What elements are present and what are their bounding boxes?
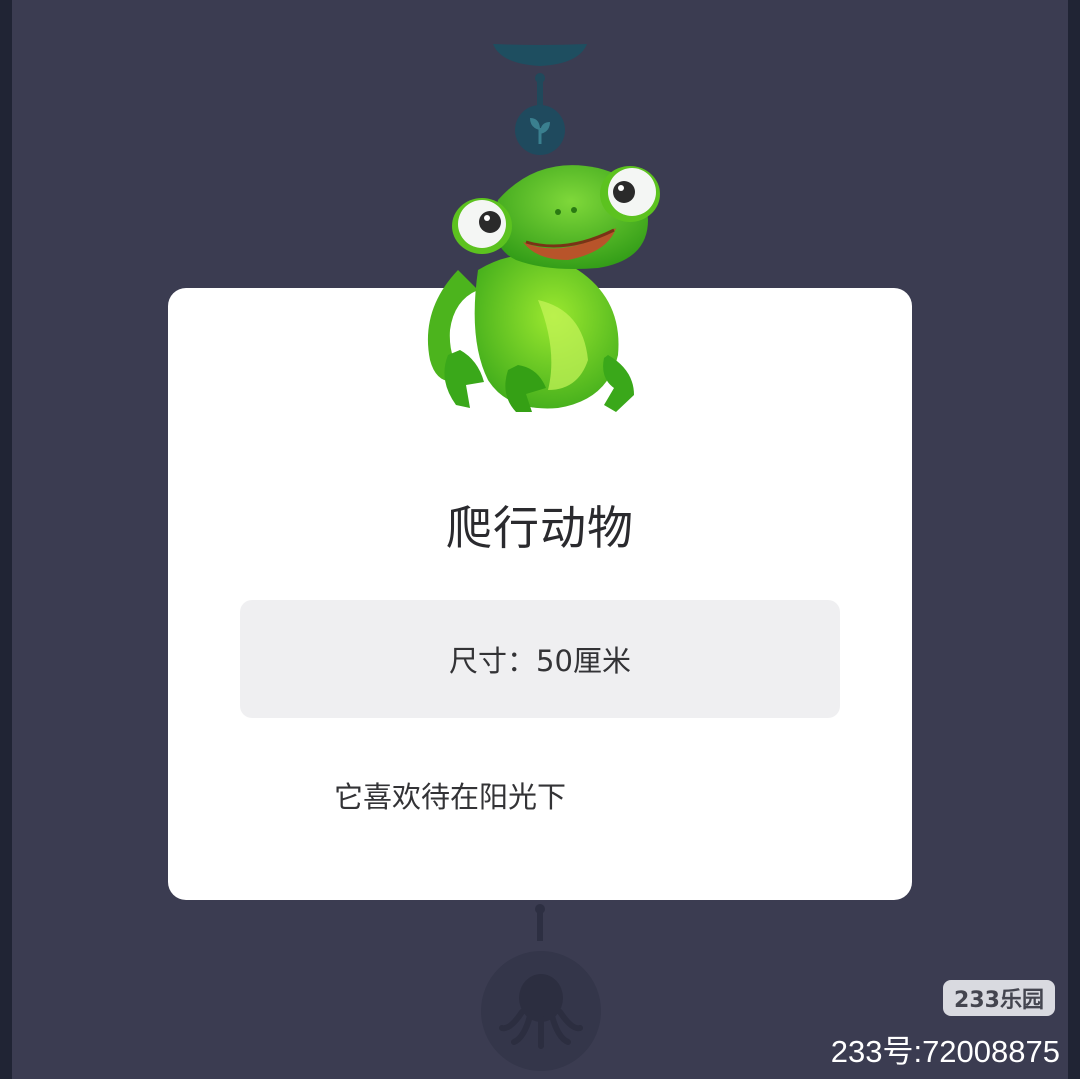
evolution-dish-icon [493,44,587,66]
octopus-icon[interactable] [480,950,602,1072]
watermark-id: 233号:72008875 [830,1034,1060,1069]
sprout-icon[interactable] [514,104,566,156]
size-label: 尺寸：50厘米 [449,644,631,678]
creature-title: 爬行动物 [446,501,634,555]
size-info-box: 尺寸：50厘米 [240,600,840,718]
watermark-logo: 233乐园 [943,980,1055,1016]
reptile-lizard-icon [427,165,660,412]
path-connector-bottom [535,904,545,941]
creature-description: 它喜欢待在阳光下 [334,780,567,814]
